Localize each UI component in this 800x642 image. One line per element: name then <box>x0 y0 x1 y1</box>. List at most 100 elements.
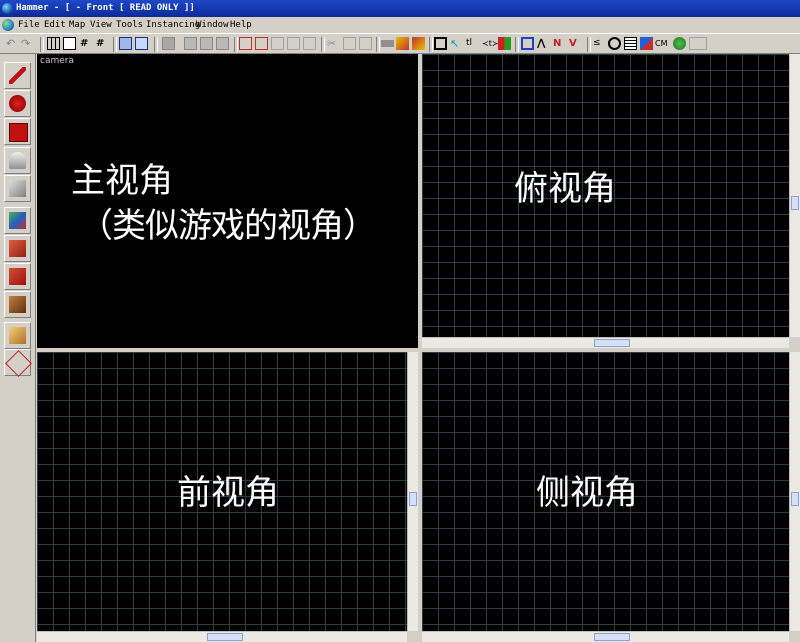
camera-tool-button[interactable] <box>4 118 31 145</box>
toolbar-separator <box>376 37 380 52</box>
hide-selection-icon[interactable] <box>381 40 394 47</box>
menu-help[interactable]: Help <box>230 17 252 33</box>
grid-toggle-icon[interactable] <box>47 37 60 50</box>
entity-report-icon[interactable]: ⋀ <box>537 37 550 50</box>
camera-viewport[interactable]: camera 主视角 （类似游戏的视角） <box>37 54 418 348</box>
grid-3d-icon[interactable] <box>63 37 76 50</box>
texture-lock-icon[interactable] <box>239 37 252 50</box>
vertical-scrollbar[interactable] <box>789 352 800 631</box>
snap-icon[interactable] <box>303 37 316 50</box>
menu-map[interactable]: Map <box>69 17 85 33</box>
entity-tool-button[interactable] <box>4 147 31 174</box>
clipping-tool-button[interactable] <box>4 291 31 318</box>
path-tool-button[interactable] <box>4 349 32 377</box>
apply-decal-button[interactable] <box>4 235 31 262</box>
vmf-icon[interactable] <box>396 37 409 50</box>
block-icon <box>9 180 26 197</box>
menu-window[interactable]: Window <box>196 17 229 33</box>
menu-instancing[interactable]: Instancing <box>146 17 200 33</box>
run-map-icon[interactable] <box>412 37 425 50</box>
color-icon[interactable] <box>498 37 511 50</box>
show-items-icon[interactable] <box>200 37 213 50</box>
sound-icon[interactable]: ≤ <box>593 37 606 50</box>
vertex-manipulation-icon <box>9 327 26 344</box>
map-properties-icon[interactable] <box>640 37 653 50</box>
apply-overlay-button[interactable] <box>4 263 31 290</box>
check-problems-icon[interactable]: N <box>553 37 566 50</box>
apply-overlay-icon <box>9 268 26 285</box>
side-viewport[interactable]: 侧视角 <box>422 352 800 642</box>
selection-tool-button[interactable] <box>4 62 31 89</box>
toolbar-separator <box>234 37 238 52</box>
viewport-type-label[interactable]: camera <box>40 56 74 66</box>
cordon-icon[interactable]: CM <box>655 37 671 50</box>
show-info-icon[interactable]: V <box>569 37 582 50</box>
menu-view[interactable]: View <box>90 17 112 33</box>
document-icon[interactable] <box>2 19 14 31</box>
autosize-views-icon[interactable] <box>624 37 637 50</box>
radius-culling-icon[interactable] <box>608 37 621 50</box>
redo-icon[interactable]: ↷ <box>21 37 34 50</box>
toolbar-separator <box>587 37 591 52</box>
front-viewport[interactable]: 前视角 <box>37 352 418 642</box>
menu-file[interactable]: File <box>18 17 40 33</box>
paste-icon[interactable] <box>359 37 372 50</box>
apply-decal-icon <box>9 240 26 257</box>
menu-tools[interactable]: Tools <box>116 17 143 33</box>
scroll-corner <box>789 631 800 642</box>
cut-icon[interactable]: ✂ <box>327 37 340 50</box>
copy-icon[interactable] <box>343 37 356 50</box>
smaller-grid-icon[interactable]: # <box>80 37 93 50</box>
menu-edit[interactable]: Edit <box>44 17 66 33</box>
scrollbar-thumb[interactable] <box>791 492 799 506</box>
camera-icon <box>9 123 28 142</box>
object-properties-icon[interactable] <box>521 37 534 50</box>
cursor-icon[interactable]: ↖ <box>450 37 463 50</box>
select-box-icon[interactable] <box>434 37 447 50</box>
vertex-tool-button[interactable] <box>4 322 31 349</box>
scroll-corner <box>407 631 418 642</box>
compile-icon[interactable] <box>673 37 686 50</box>
vertical-scrollbar[interactable] <box>407 352 418 631</box>
texture-application-button[interactable] <box>4 207 31 234</box>
front-viewport-title: 前视角 <box>177 473 279 513</box>
no-draw-icon[interactable] <box>689 37 707 50</box>
horizontal-scrollbar[interactable] <box>422 337 789 348</box>
scrollbar-thumb[interactable] <box>594 633 630 641</box>
scrollbar-thumb[interactable] <box>791 196 799 210</box>
text-icon[interactable]: ≺t≻ <box>482 37 499 50</box>
top-viewport-title: 俯视角 <box>514 169 616 209</box>
horizontal-scrollbar[interactable] <box>422 631 789 642</box>
hammer-app-icon <box>2 3 13 14</box>
toolbar-separator <box>40 37 44 52</box>
carve-icon[interactable] <box>119 37 132 50</box>
align-icon[interactable] <box>287 37 300 50</box>
entity-icon <box>9 152 26 169</box>
tie-to-entity-icon[interactable] <box>216 37 229 50</box>
top-viewport[interactable]: 俯视角 <box>422 54 800 348</box>
group-icon[interactable] <box>135 37 148 50</box>
scrollbar-thumb[interactable] <box>207 633 243 641</box>
scrollbar-thumb[interactable] <box>594 339 630 347</box>
undo-icon[interactable]: ↶ <box>6 37 19 50</box>
block-tool-button[interactable] <box>4 175 31 202</box>
main-toolbar: ↶ ↷ # # ✂ ↖ tl ≺t≻ ⋀ N V ≤ CM <box>0 33 800 54</box>
larger-grid-icon[interactable]: # <box>96 37 109 50</box>
scroll-corner <box>789 337 800 348</box>
title-bar[interactable]: Hammer - [ - Front [ READ ONLY ]] <box>0 0 800 17</box>
vertical-scrollbar[interactable] <box>789 54 800 337</box>
tools-palette <box>0 54 36 642</box>
magnify-tool-button[interactable] <box>4 90 31 117</box>
scrollbar-thumb[interactable] <box>409 492 417 506</box>
toolbar-separator <box>154 37 158 52</box>
texture-bar-icon[interactable]: tl <box>466 37 479 50</box>
path-icon <box>5 350 32 377</box>
hide-items-icon[interactable] <box>184 37 197 50</box>
toolbar-separator <box>113 37 117 52</box>
toggle-select-icon[interactable] <box>271 37 284 50</box>
horizontal-scrollbar[interactable] <box>37 631 407 642</box>
ungroup-icon[interactable] <box>162 37 175 50</box>
toolbar-separator <box>515 37 519 52</box>
texture-scale-lock-icon[interactable] <box>255 37 268 50</box>
camera-viewport-subtitle: （类似游戏的视角） <box>79 206 377 246</box>
